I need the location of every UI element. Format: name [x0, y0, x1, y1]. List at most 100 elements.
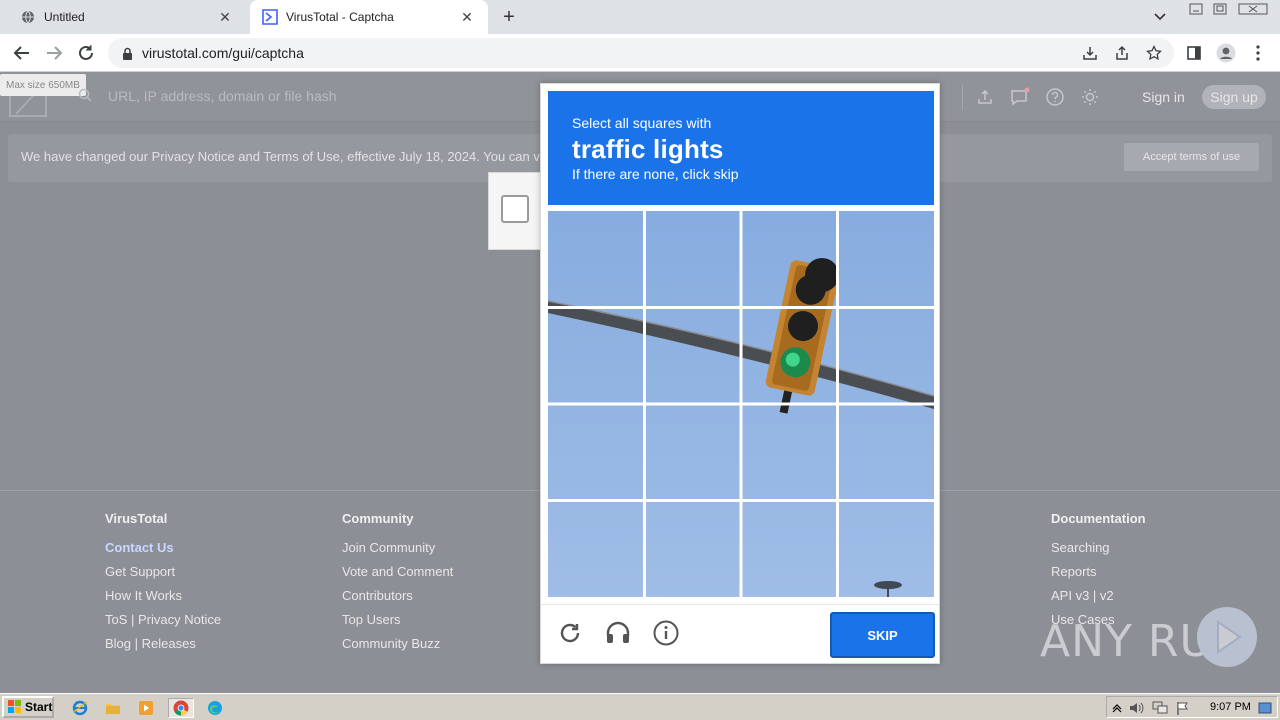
show-desktop-icon[interactable] — [1257, 700, 1273, 716]
theme-sun-icon[interactable] — [1080, 87, 1100, 107]
footer-link[interactable]: Reports — [1051, 564, 1146, 588]
captcha-tile[interactable] — [838, 211, 935, 308]
forward-icon[interactable] — [42, 41, 66, 65]
sign-in-link[interactable]: Sign in — [1142, 89, 1185, 105]
footer-link[interactable]: Searching — [1051, 540, 1146, 564]
anyrun-watermark: ANY RUN — [1040, 606, 1270, 676]
footer-link[interactable]: How It Works — [105, 588, 221, 612]
minimize-icon[interactable] — [1186, 2, 1206, 16]
skip-button[interactable]: SKIP — [830, 612, 935, 658]
start-button[interactable]: Start — [2, 696, 54, 718]
max-size-tooltip: Max size 650MB — [0, 74, 86, 96]
help-icon[interactable] — [1045, 87, 1065, 107]
captcha-tile[interactable] — [645, 501, 742, 598]
close-tab-icon[interactable]: ✕ — [458, 8, 476, 26]
play-logo-icon — [1197, 607, 1257, 667]
tab-virustotal-captcha[interactable]: VirusTotal - Captcha ✕ — [250, 0, 488, 34]
bookmark-star-icon[interactable] — [1143, 42, 1165, 64]
footer-link[interactable]: Vote and Comment — [342, 564, 453, 588]
captcha-hint: If there are none, click skip — [572, 166, 739, 182]
windows-flag-icon — [8, 700, 22, 714]
address-bar[interactable]: virustotal.com/gui/captcha — [108, 38, 1174, 68]
info-icon[interactable] — [651, 618, 681, 648]
footer-heading: Documentation — [1051, 511, 1146, 526]
media-player-icon[interactable] — [136, 698, 156, 718]
captcha-target: traffic lights — [572, 134, 724, 164]
windows-taskbar: Start 9:07 PM — [0, 693, 1280, 720]
captcha-prompt: Select all squares with traffic lights I… — [548, 91, 934, 205]
captcha-footer: SKIP — [541, 604, 939, 664]
kebab-menu-icon[interactable] — [1247, 42, 1269, 64]
close-tab-icon[interactable]: ✕ — [216, 8, 234, 26]
footer-col-virustotal: VirusTotal Contact Us Get Support How It… — [105, 511, 221, 660]
clock: 9:07 PM — [1210, 701, 1251, 713]
captcha-tile[interactable] — [548, 211, 645, 308]
footer-link[interactable]: Top Users — [342, 612, 453, 636]
restore-icon[interactable] — [1210, 2, 1230, 16]
footer-link[interactable]: Get Support — [105, 564, 221, 588]
captcha-tile[interactable] — [645, 211, 742, 308]
show-hidden-icons-icon[interactable] — [1109, 700, 1125, 716]
footer-col-community: Community Join Community Vote and Commen… — [342, 511, 453, 660]
notifications-icon[interactable] — [1010, 87, 1030, 107]
hcaptcha-widget — [488, 172, 542, 250]
captcha-tile[interactable] — [741, 404, 838, 501]
notice-text: We have changed our Privacy Notice and T… — [21, 149, 540, 164]
footer-link[interactable]: Blog | Releases — [105, 636, 221, 660]
volume-icon[interactable] — [1129, 700, 1145, 716]
captcha-tile[interactable] — [838, 501, 935, 598]
sign-up-button[interactable]: Sign up — [1202, 85, 1266, 109]
captcha-tile[interactable] — [741, 501, 838, 598]
footer-heading: Community — [342, 511, 414, 526]
tab-strip: Untitled ✕ VirusTotal - Captcha ✕ + — [0, 0, 1280, 34]
accept-terms-button[interactable]: Accept terms of use — [1124, 143, 1259, 171]
tab-title: VirusTotal - Captcha — [286, 10, 394, 24]
virustotal-icon — [262, 9, 278, 25]
profile-avatar-icon[interactable] — [1215, 42, 1237, 64]
start-label: Start — [25, 700, 53, 714]
side-panel-icon[interactable] — [1183, 42, 1205, 64]
captcha-checkbox[interactable] — [501, 195, 529, 223]
captcha-tile[interactable] — [838, 404, 935, 501]
chrome-icon[interactable] — [168, 698, 194, 718]
network-icon[interactable] — [1152, 700, 1168, 716]
file-explorer-icon[interactable] — [103, 698, 123, 718]
search-input[interactable]: URL, IP address, domain or file hash — [108, 88, 337, 104]
captcha-image-grid — [548, 211, 934, 597]
captcha-tile[interactable] — [741, 308, 838, 405]
footer-link[interactable]: ToS | Privacy Notice — [105, 612, 221, 636]
captcha-tile[interactable] — [838, 308, 935, 405]
tab-search-chevron-icon[interactable] — [1150, 8, 1170, 26]
new-tab-button[interactable]: + — [498, 6, 520, 28]
search-icon — [78, 88, 94, 104]
install-app-icon[interactable] — [1079, 42, 1101, 64]
footer-heading: VirusTotal — [105, 511, 168, 526]
footer-link[interactable]: Community Buzz — [342, 636, 453, 660]
refresh-icon[interactable] — [555, 618, 585, 648]
lock-icon[interactable] — [120, 46, 134, 60]
audio-headphones-icon[interactable] — [603, 618, 633, 648]
browser-toolbar: virustotal.com/gui/captcha — [0, 34, 1280, 72]
divider — [962, 84, 963, 110]
footer-link[interactable]: Contact Us — [105, 540, 221, 564]
system-tray: 9:07 PM — [1106, 696, 1278, 718]
captcha-tile[interactable] — [548, 404, 645, 501]
captcha-tile[interactable] — [548, 308, 645, 405]
captcha-tile[interactable] — [741, 211, 838, 308]
footer-link[interactable]: Join Community — [342, 540, 453, 564]
captcha-tile[interactable] — [645, 308, 742, 405]
edge-icon[interactable] — [205, 698, 225, 718]
url-text: virustotal.com/gui/captcha — [142, 45, 304, 61]
action-center-flag-icon[interactable] — [1175, 700, 1191, 716]
tab-untitled[interactable]: Untitled ✕ — [8, 0, 246, 34]
close-window-icon[interactable] — [1236, 2, 1270, 16]
captcha-tile[interactable] — [548, 501, 645, 598]
share-icon[interactable] — [1111, 42, 1133, 64]
reload-icon[interactable] — [74, 41, 98, 65]
upload-icon[interactable] — [975, 87, 995, 107]
internet-explorer-icon[interactable] — [70, 698, 90, 718]
captcha-tile[interactable] — [645, 404, 742, 501]
back-icon[interactable] — [10, 41, 34, 65]
footer-link[interactable]: Contributors — [342, 588, 453, 612]
globe-icon — [20, 9, 36, 25]
